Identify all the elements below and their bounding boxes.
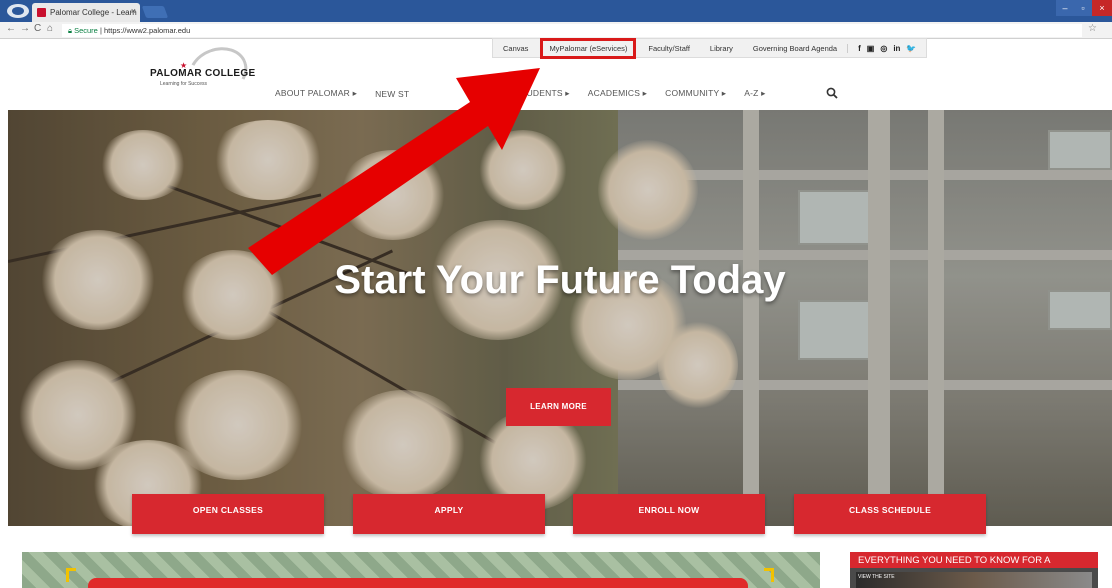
promo-banner[interactable] [22, 552, 820, 588]
logo-name: PALOMAR COLLEGE [150, 68, 256, 79]
favicon-icon [37, 8, 46, 17]
utility-link-faculty-staff[interactable]: Faculty/Staff [638, 44, 700, 53]
utility-link-mypalomar[interactable]: MyPalomar (eServices) [540, 37, 637, 59]
facebook-icon[interactable]: f [858, 44, 861, 53]
utility-link-canvas[interactable]: Canvas [493, 44, 538, 53]
enroll-now-button[interactable]: ENROLL NOW [573, 494, 765, 534]
hero-image [8, 110, 1112, 526]
college-logo[interactable]: ★ PALOMAR COLLEGE Learning for Success [150, 39, 260, 105]
twitter-icon[interactable]: 🐦 [906, 44, 916, 53]
class-schedule-button[interactable]: CLASS SCHEDULE [794, 494, 986, 534]
browser-tabbar: Palomar College - Learn × – ▫ × [0, 0, 1112, 22]
bracket-right [764, 568, 774, 582]
nav-about[interactable]: ABOUT PALOMAR ▸ [275, 88, 357, 99]
new-tab-button[interactable] [141, 6, 169, 18]
forward-icon[interactable]: → [20, 23, 30, 34]
nav-academics[interactable]: ACADEMICS ▸ [588, 88, 647, 99]
utility-nav: Canvas MyPalomar (eServices) Faculty/Sta… [492, 37, 928, 59]
nav-a-z[interactable]: A-Z ▸ [744, 88, 765, 99]
apply-button[interactable]: APPLY [353, 494, 545, 534]
url-text: https://www2.palomar.edu [103, 26, 191, 35]
linkedin-icon[interactable]: in [893, 44, 900, 53]
address-bar[interactable]: 🔒︎ Secure | https://www2.palomar.edu [62, 24, 1082, 37]
bookmark-star-icon[interactable]: ☆ [1088, 23, 1097, 34]
open-classes-button[interactable]: OPEN CLASSES [132, 494, 324, 534]
news-tag: VIEW THE SITE [858, 574, 895, 580]
main-nav: ABOUT PALOMAR ▸ NEW ST ENT STUDENTS ▸ AC… [275, 88, 784, 99]
search-icon[interactable] [826, 87, 838, 99]
learn-more-button[interactable]: LEARN MORE [506, 388, 611, 426]
home-icon[interactable]: ⌂ [47, 23, 53, 34]
reload-icon[interactable]: C [34, 23, 41, 34]
news-panel[interactable]: EVERYTHING YOU NEED TO KNOW FOR A VIEW T… [850, 552, 1098, 588]
bracket-left [66, 568, 76, 582]
close-window-button[interactable]: × [1092, 0, 1112, 16]
instagram-icon[interactable]: ◎ [880, 44, 887, 53]
tab-title: Palomar College - Learn [50, 8, 137, 17]
tab-close-icon[interactable]: × [131, 6, 136, 16]
browser-tab[interactable]: Palomar College - Learn × [32, 3, 140, 22]
hero-title: Start Your Future Today [334, 258, 786, 302]
nav-community[interactable]: COMMUNITY ▸ [665, 88, 726, 99]
nav-current-students[interactable]: ENT STUDENTS ▸ [495, 88, 569, 99]
maximize-button[interactable]: ▫ [1074, 0, 1092, 16]
page: Palomar College - Learn × – ▫ × ← → C ⌂ … [0, 0, 1112, 588]
social-links: f ▣ ◎ in 🐦 [847, 43, 926, 53]
news-title: EVERYTHING YOU NEED TO KNOW FOR A [850, 552, 1098, 568]
utility-link-library[interactable]: Library [700, 44, 743, 53]
logo-tagline: Learning for Success [160, 81, 207, 87]
secure-label: Secure [74, 26, 98, 35]
back-icon[interactable]: ← [6, 23, 16, 34]
nav-new-students[interactable]: NEW ST [375, 89, 409, 99]
promo-redbox [88, 578, 748, 588]
youtube-icon[interactable]: ▣ [867, 44, 875, 53]
browser-toolbar: ← → C ⌂ 🔒︎ Secure | https://www2.palomar… [0, 22, 1112, 39]
hero-overlay [8, 110, 1112, 526]
utility-link-governing-board[interactable]: Governing Board Agenda [743, 44, 847, 53]
minimize-button[interactable]: – [1056, 0, 1074, 16]
os-logo-icon [7, 4, 29, 18]
